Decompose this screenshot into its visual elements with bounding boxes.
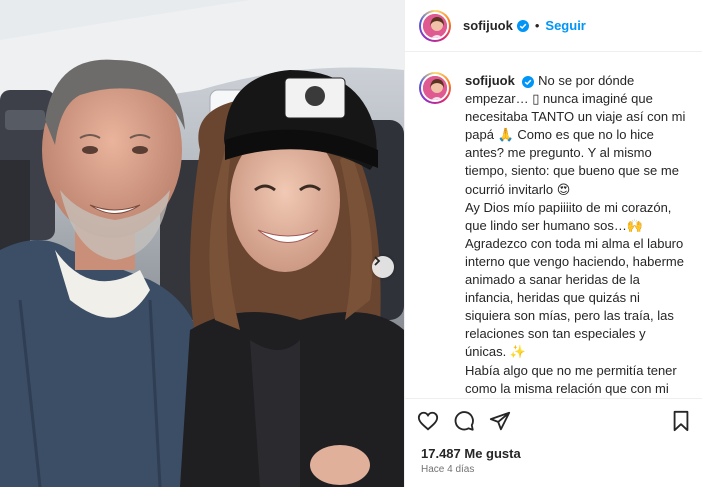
follow-button[interactable]: Seguir	[545, 18, 585, 33]
caption-paragraph-1: No se por dónde empezar… ▯ nunca imaginé…	[465, 73, 686, 197]
post-date[interactable]: Hace 4 días	[421, 464, 474, 475]
post-photo[interactable]	[0, 0, 404, 487]
paper-plane-icon[interactable]	[489, 410, 511, 432]
verified-badge-icon	[522, 75, 535, 88]
caption-paragraph-2: Ay Dios mío papiiiito de mi corazón, que…	[465, 199, 684, 360]
author-username[interactable]: sofijuok	[463, 18, 513, 33]
author-avatar[interactable]	[419, 9, 451, 42]
comment-icon[interactable]	[453, 410, 475, 432]
photo-illustration	[0, 0, 404, 487]
avatar-photo	[421, 74, 449, 102]
likes-count[interactable]: 17.487 Me gusta	[421, 446, 521, 461]
caption-text: sofijuok No se por dónde empezar… ▯ nunc…	[465, 72, 689, 398]
separator-dot: •	[534, 18, 540, 33]
verified-badge-icon	[516, 19, 529, 32]
heart-icon[interactable]	[417, 410, 439, 432]
action-bar	[405, 398, 702, 442]
caption-row: sofijuok No se por dónde empezar… ▯ nunc…	[419, 72, 689, 398]
avatar-photo	[421, 11, 449, 40]
caption-username[interactable]: sofijuok	[465, 73, 515, 88]
bookmark-icon[interactable]	[671, 410, 691, 432]
caption-paragraph-3: Había algo que no me permitía tener como…	[465, 362, 677, 396]
carousel-next-button[interactable]	[372, 256, 394, 278]
caption-paragraph: sofijuok No se por dónde empezar… ▯ nunc…	[465, 72, 689, 199]
caption-author-avatar[interactable]	[419, 72, 451, 104]
caption-scroll-area[interactable]: sofijuok No se por dónde empezar… ▯ nunc…	[405, 52, 702, 398]
post-header: sofijuok • Seguir	[405, 0, 702, 52]
post-panel: sofijuok • Seguir sofijuok No se por dón…	[404, 0, 702, 487]
